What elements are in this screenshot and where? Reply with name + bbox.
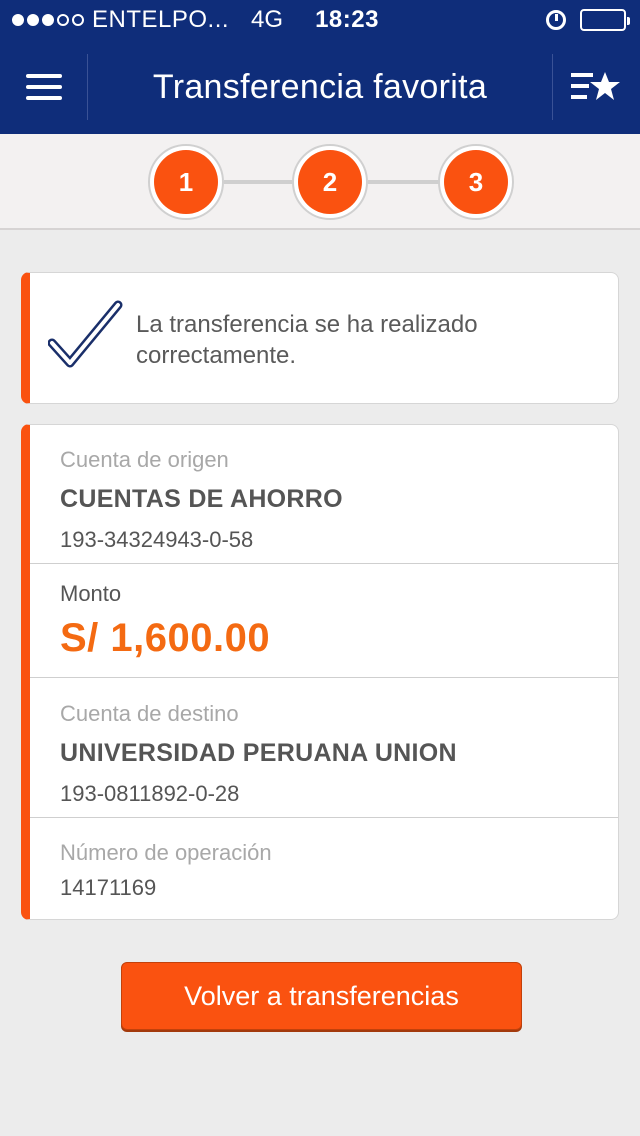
- step-3: 3: [438, 144, 514, 220]
- favorites-button[interactable]: [552, 40, 640, 134]
- destination-account-number: 193-0811892-0-28: [60, 781, 240, 806]
- destination-account-name: UNIVERSIDAD PERUANA UNION: [60, 739, 457, 767]
- step-connector: [224, 180, 296, 184]
- list-star-icon: [571, 72, 620, 100]
- carrier-name: ENTELPO...: [92, 6, 230, 33]
- battery-icon: [580, 9, 630, 31]
- page-title: Transferencia favorita: [152, 68, 488, 106]
- origin-account-section: Cuenta de origen CUENTAS DE AHORRO 193-3…: [30, 425, 618, 564]
- nav-bar: Transferencia favorita: [0, 40, 640, 134]
- network-type: 4G: [251, 6, 284, 33]
- step-number: 1: [154, 150, 218, 214]
- step-1: 1: [148, 144, 224, 220]
- step-2: 2: [292, 144, 368, 220]
- progress-stepper: 1 2 3: [0, 134, 640, 230]
- step-number: 2: [298, 150, 362, 214]
- signal-dot-filled: [42, 14, 54, 26]
- origin-account-number: 193-34324943-0-58: [60, 527, 254, 552]
- operation-number-label: Número de operación: [60, 840, 272, 865]
- operation-number-value: 14171169: [60, 875, 157, 900]
- destination-account-label: Cuenta de destino: [60, 701, 239, 726]
- signal-dot-filled: [12, 14, 24, 26]
- success-message: La transferencia se ha realizado correct…: [136, 311, 478, 369]
- amount-label: Monto: [60, 581, 122, 606]
- origin-account-name: CUENTAS DE AHORRO: [60, 485, 343, 513]
- step-connector: [368, 180, 444, 184]
- success-message-card: La transferencia se ha realizado correct…: [21, 272, 619, 404]
- signal-dot-empty: [72, 14, 84, 26]
- step-number: 3: [444, 150, 508, 214]
- signal-strength-icon: [12, 14, 84, 26]
- signal-dot-empty: [57, 14, 69, 26]
- nav-divider: [87, 54, 88, 120]
- status-bar: ENTELPO... 4G 18:23: [0, 0, 640, 40]
- checkmark-icon: [48, 300, 123, 368]
- alarm-clock-icon: [546, 10, 566, 30]
- back-to-transfers-button[interactable]: Volver a transferencias: [121, 962, 522, 1030]
- transfer-details-card: Cuenta de origen CUENTAS DE AHORRO 193-3…: [21, 424, 619, 920]
- signal-dot-filled: [27, 14, 39, 26]
- destination-account-section: Cuenta de destino UNIVERSIDAD PERUANA UN…: [30, 678, 618, 818]
- menu-button[interactable]: [0, 40, 88, 134]
- hamburger-icon: [26, 74, 62, 100]
- operation-number-section: Número de operación 14171169: [30, 818, 618, 919]
- origin-account-label: Cuenta de origen: [60, 447, 229, 472]
- amount-value: S/ 1,600.00: [60, 616, 271, 660]
- amount-section: Monto S/ 1,600.00: [30, 564, 618, 678]
- status-right-group: [546, 0, 630, 40]
- status-time: 18:23: [315, 6, 379, 33]
